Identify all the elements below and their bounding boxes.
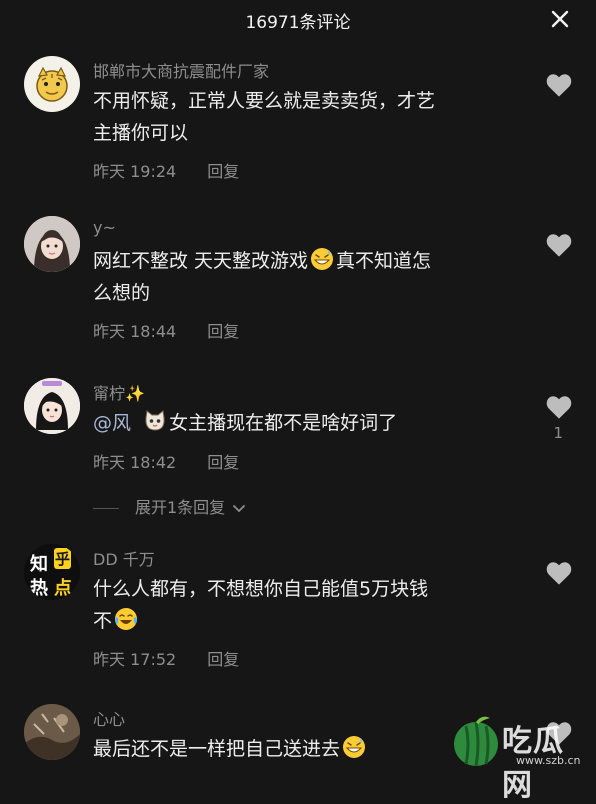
comment-text: 不用怀疑，正常人要么就是卖卖货，才艺 主播你可以 [93,85,518,149]
comment-time: 昨天 19:24 [93,162,177,181]
comment-time: 昨天 17:52 [93,650,177,669]
comment-meta: 昨天 17:52 回复 [93,646,239,670]
like-count: 1 [553,424,563,442]
avatar[interactable]: 知 乎 热 点 [24,544,80,600]
heart-icon[interactable] [545,72,573,98]
comment-text: @风 女主播现在都不是啥好词了 [93,407,518,439]
reply-button[interactable]: 回复 [207,162,239,181]
comment-text-part: 真不知道怎 [336,250,432,272]
divider [93,508,119,509]
comment-time: 昨天 18:44 [93,322,177,341]
tears-of-joy-emoji-icon [115,608,138,630]
avatar-badge: 知 乎 热 点 [24,544,80,600]
laughing-sweat-emoji-icon [343,736,366,758]
comments-header: 16971条评论 [0,0,596,40]
heart-icon[interactable] [545,560,573,586]
comment-text-part: 最后还不是一样把自己送进去 [93,738,341,760]
comment-text-line: 不 [93,605,518,637]
comment-username[interactable]: 甯柠✨ [93,380,145,404]
avatar-badge-char: 知 [30,554,48,575]
avatar-badge-char: 热 [30,578,48,599]
watermark-url: www.szb.cn [516,754,581,767]
chevron-down-icon [233,504,246,512]
laughing-sweat-emoji-icon [311,248,334,270]
comment-text: 什么人都有，不想想你自己能值5万块钱 不 [93,573,518,637]
reply-button[interactable]: 回复 [207,650,239,669]
heart-icon[interactable] [545,232,573,258]
comment-text-part: 不 [93,610,113,632]
comment-text-line: 什么人都有，不想想你自己能值5万块钱 [93,578,429,600]
comment-username[interactable]: 邯郸市大商抗震配件厂家 [93,58,269,82]
cat-face-emoji-icon [145,410,165,431]
reply-button[interactable]: 回复 [207,322,239,341]
comment-text-part: 女主播现在都不是啥好词了 [169,412,398,434]
comment-username[interactable]: y~ [93,218,116,237]
expand-replies-button[interactable]: 展开1条回复 [93,494,246,518]
comment-meta: 昨天 18:44 回复 [93,318,239,342]
comment-text: 网红不整改 天天整改游戏 真不知道怎 么想的 [93,245,518,309]
watermelon-logo-icon [454,716,498,767]
avatar-badge-char: 点 [54,578,72,599]
comment-text-line: 不用怀疑，正常人要么就是卖卖货，才艺 [93,90,436,112]
avatar[interactable] [24,56,80,112]
comment-text-line: 主播你可以 [93,122,189,144]
heart-icon[interactable] [545,394,573,420]
comment-time: 昨天 18:42 [93,453,177,472]
expand-replies-label: 展开1条回复 [135,498,226,517]
comment-text-line: 么想的 [93,282,151,304]
mention-link[interactable]: @风 [93,412,131,434]
close-icon[interactable] [548,7,572,31]
comment-username[interactable]: DD 千万 [93,546,155,570]
comment-username[interactable]: 心心 [93,706,125,730]
comment-meta: 昨天 18:42 回复 [93,449,239,473]
reply-button[interactable]: 回复 [207,453,239,472]
comment-text-part: 网红不整改 天天整改游戏 [93,250,309,272]
avatar-badge-char: 乎 [54,548,72,569]
avatar[interactable] [24,378,80,434]
avatar[interactable] [24,704,80,760]
comment-text-line: 网红不整改 天天整改游戏 真不知道怎 [93,245,518,277]
avatar[interactable] [24,216,80,272]
comment-meta: 昨天 19:24 回复 [93,158,239,182]
comment-text-line: @风 女主播现在都不是啥好词了 [93,407,518,439]
watermark: 吃瓜网 www.szb.cn [450,706,590,803]
comments-title: 16971条评论 [245,13,351,33]
